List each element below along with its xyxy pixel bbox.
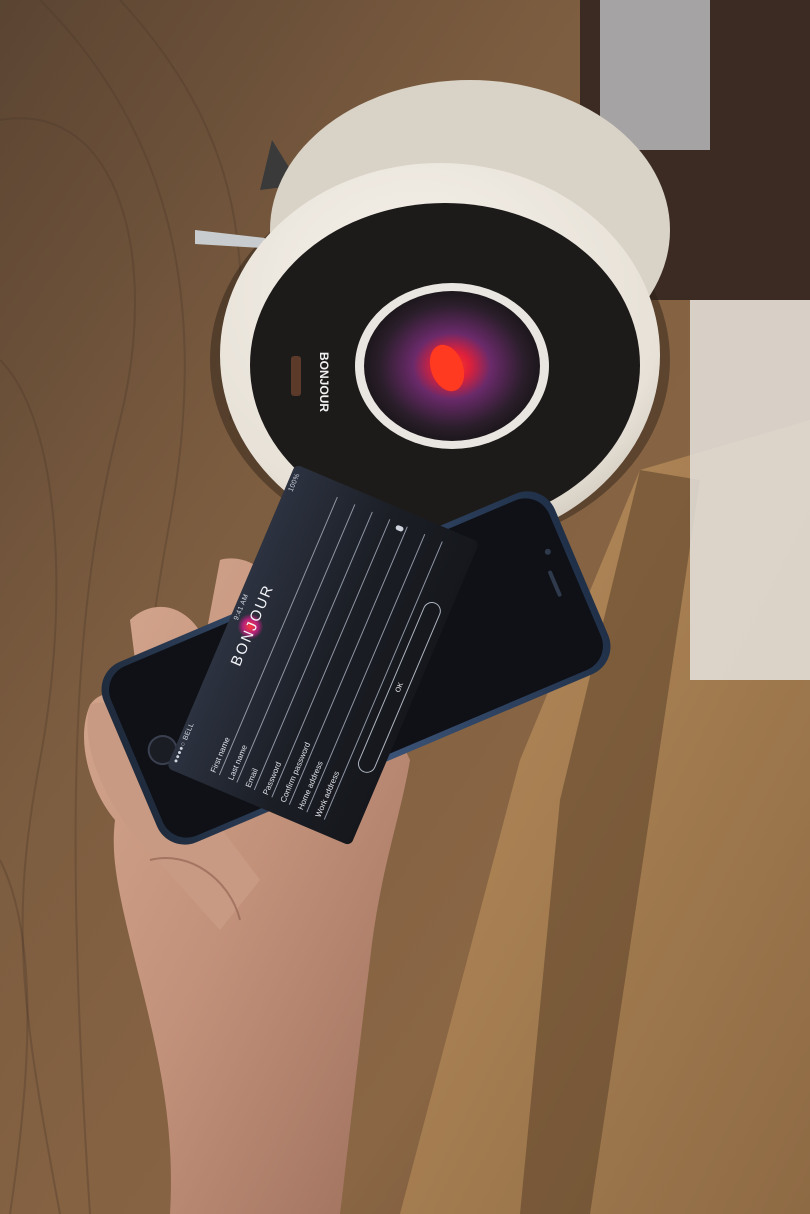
wall-light [690,300,810,680]
window-light [600,0,710,150]
device-brand-label: BONJOUR [317,352,331,412]
field-label: Email [243,766,260,789]
device-port [291,356,301,396]
microphone-icon[interactable] [394,524,405,533]
